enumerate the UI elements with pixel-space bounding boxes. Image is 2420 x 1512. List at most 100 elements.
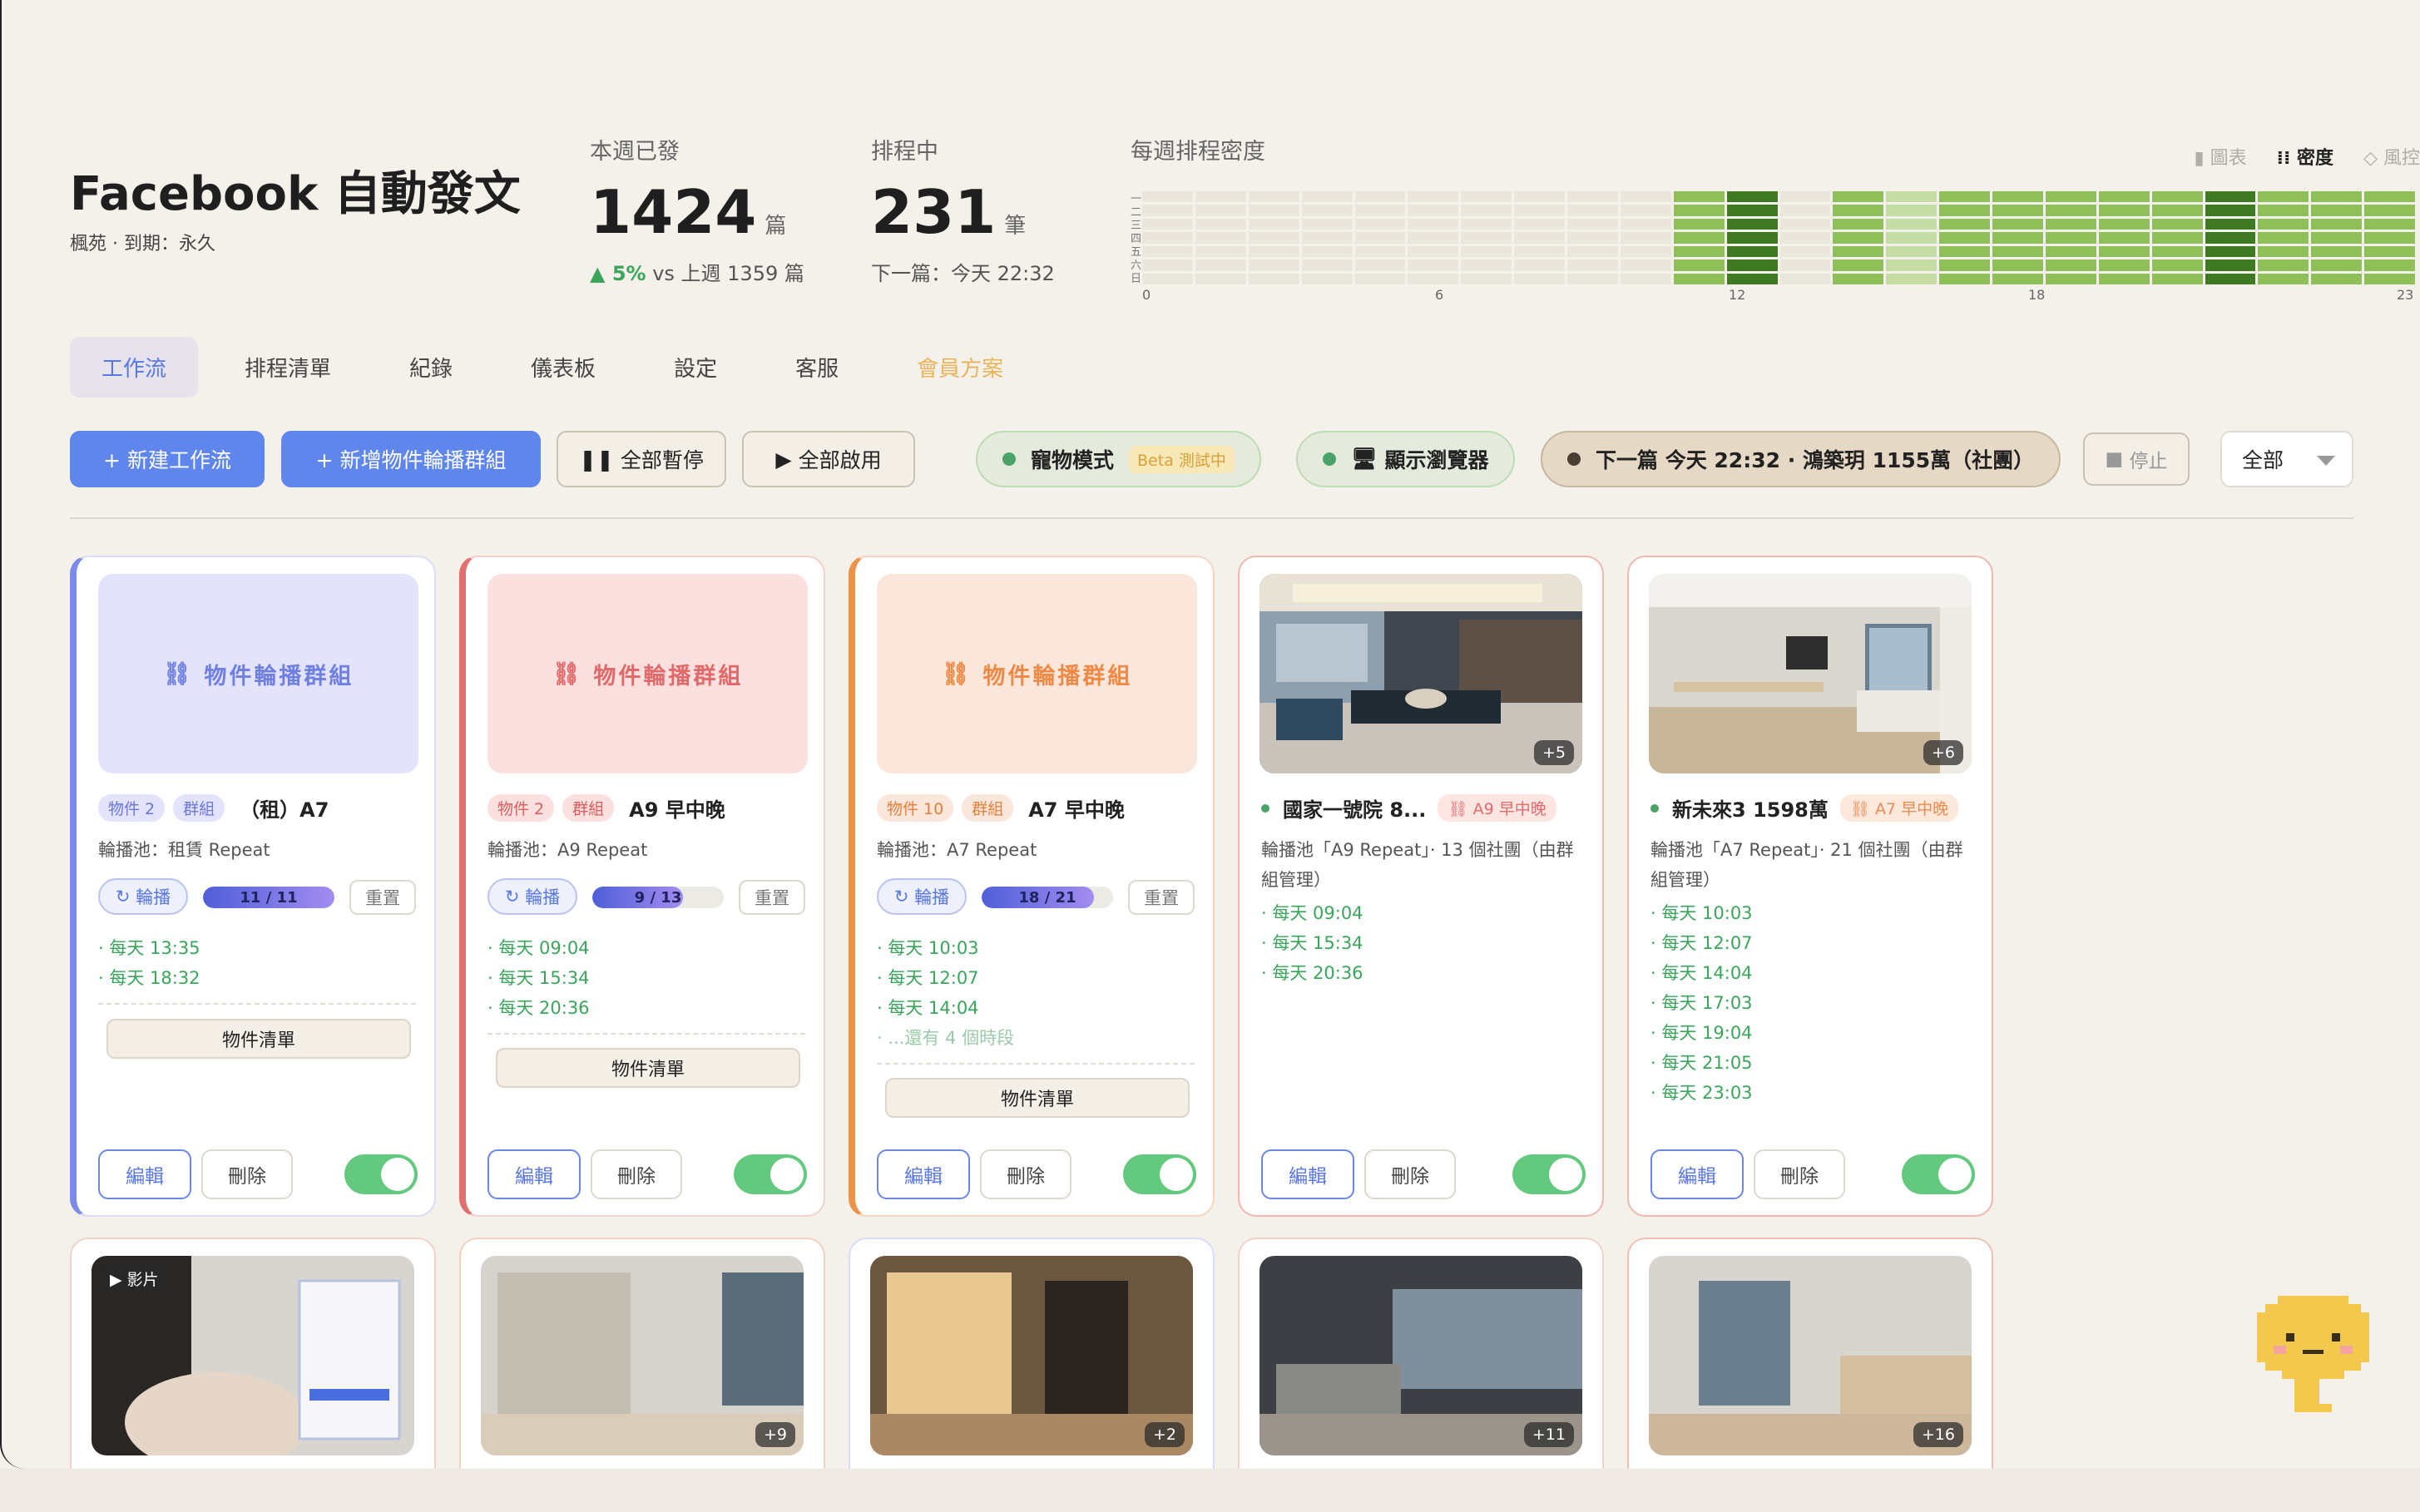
more-times: · ...還有 4 個時段 bbox=[877, 1028, 1015, 1048]
view-tab-density[interactable]: ⁞⁞ 密度 bbox=[2277, 143, 2333, 170]
heatmap-cell bbox=[1620, 218, 1671, 230]
item-list-button[interactable]: 物件清單 bbox=[106, 1019, 411, 1059]
heatmap-cell bbox=[1567, 205, 1618, 216]
heatmap-cell bbox=[2364, 205, 2415, 216]
edit-button[interactable]: 編輯 bbox=[1261, 1149, 1354, 1199]
tab-support[interactable]: 客服 bbox=[764, 337, 870, 398]
new-workflow-button[interactable]: + 新建工作流 bbox=[70, 431, 265, 487]
tab-settings[interactable]: 設定 bbox=[642, 337, 749, 398]
heatmap-cell bbox=[1833, 245, 1884, 258]
heatmap-cell bbox=[1301, 259, 1353, 271]
edit-button[interactable]: 編輯 bbox=[1650, 1149, 1744, 1199]
card-header: 國家一號院 8... ⛓ A9 早中晚 bbox=[1261, 793, 1586, 823]
enable-toggle[interactable] bbox=[344, 1154, 418, 1194]
view-tabs: ▮ 圖表 ⁞⁞ 密度 ◇ 風控 bbox=[2195, 143, 2420, 170]
edit-button[interactable]: 編輯 bbox=[487, 1149, 581, 1199]
heatmap-cell bbox=[1886, 232, 1937, 244]
view-tab-risk[interactable]: ◇ 風控 bbox=[2363, 143, 2420, 170]
tab-workflow[interactable]: 工作流 bbox=[70, 337, 199, 398]
rotate-button[interactable]: ↻ 輪播 bbox=[98, 878, 188, 915]
heatmap-cell bbox=[1301, 218, 1353, 230]
heatmap-cell bbox=[1673, 218, 1725, 230]
delete-button[interactable]: 刪除 bbox=[591, 1149, 682, 1199]
tab-logs[interactable]: 紀錄 bbox=[378, 337, 484, 398]
pet-mascot-icon[interactable] bbox=[2253, 1287, 2373, 1416]
hour-label: 6 bbox=[1435, 287, 1444, 303]
property-photo[interactable]: +16 bbox=[1649, 1256, 1972, 1455]
schedule-time: · 每天 17:03 bbox=[1650, 993, 1753, 1013]
card-footer: 編輯 刪除 bbox=[98, 1149, 418, 1201]
tab-schedule-list[interactable]: 排程清單 bbox=[213, 337, 363, 398]
pause-all-button[interactable]: ❚❚ 全部暫停 bbox=[557, 431, 726, 487]
heatmap-cell bbox=[1195, 205, 1246, 216]
item-count-tag: 物件 2 bbox=[98, 794, 166, 822]
schedule-time: · 每天 15:34 bbox=[487, 968, 590, 988]
heatmap-cell bbox=[1620, 205, 1671, 216]
heatmap-cell bbox=[1939, 259, 1990, 271]
heatmap-cell bbox=[2205, 191, 2256, 203]
item-list-button[interactable]: 物件清單 bbox=[496, 1048, 800, 1088]
rotation-progress: 9 / 13 bbox=[592, 887, 724, 908]
schedule-time: · 每天 15:34 bbox=[1261, 933, 1363, 953]
heatmap-cell bbox=[1779, 218, 1831, 230]
heatmap-cell bbox=[1886, 191, 1937, 203]
enable-toggle[interactable] bbox=[1123, 1154, 1196, 1194]
group-cover: ⛓ 物件輪播群組 bbox=[877, 574, 1197, 773]
start-all-button[interactable]: ▶ 全部啟用 bbox=[742, 431, 915, 487]
property-photo[interactable]: +11 bbox=[1259, 1256, 1582, 1455]
photo-count-badge: +5 bbox=[1533, 740, 1574, 765]
heatmap-cell bbox=[1301, 191, 1353, 203]
heatmap-cell bbox=[2205, 245, 2256, 258]
heatmap-cell bbox=[1673, 205, 1725, 216]
property-photo[interactable]: +9 bbox=[481, 1256, 804, 1455]
heatmap-cell bbox=[1142, 218, 1193, 230]
link-icon: ⛓ bbox=[552, 661, 594, 687]
tab-membership[interactable]: 會員方案 bbox=[885, 337, 1035, 398]
heatmap-cell bbox=[2045, 259, 2096, 271]
schedule-time: · 每天 20:36 bbox=[1261, 963, 1363, 983]
heatmap-cell bbox=[1620, 273, 1671, 284]
property-photo[interactable]: +5 bbox=[1259, 574, 1582, 773]
grid-icon: ⁞⁞ bbox=[2276, 148, 2298, 169]
property-card: +11 bbox=[1238, 1238, 1604, 1487]
filter-select[interactable]: 全部 bbox=[2220, 431, 2353, 487]
view-tab-chart[interactable]: ▮ 圖表 bbox=[2195, 143, 2247, 170]
edit-button[interactable]: 編輯 bbox=[877, 1149, 970, 1199]
heatmap-cell bbox=[1726, 273, 1778, 284]
heatmap-cell bbox=[1408, 245, 1459, 258]
delete-button[interactable]: 刪除 bbox=[980, 1149, 1071, 1199]
enable-toggle[interactable] bbox=[1902, 1154, 1975, 1194]
tab-dashboard[interactable]: 儀表板 bbox=[499, 337, 627, 398]
heatmap-cell bbox=[1514, 218, 1565, 230]
heatmap-cell bbox=[1195, 218, 1246, 230]
property-photo[interactable]: +2 bbox=[870, 1256, 1193, 1455]
heatmap-cell bbox=[1408, 232, 1459, 244]
rotate-button[interactable]: ↻ 輪播 bbox=[877, 878, 967, 915]
reset-button[interactable]: 重置 bbox=[1128, 880, 1195, 915]
property-photo[interactable]: +6 bbox=[1649, 574, 1972, 773]
heatmap-cell bbox=[2311, 191, 2363, 203]
heatmap-cell bbox=[1354, 273, 1406, 284]
show-browser-toggle[interactable]: 🖥 顯示瀏覽器 bbox=[1296, 431, 1516, 487]
stop-button[interactable]: ■ 停止 bbox=[2083, 432, 2190, 486]
property-photo[interactable]: ▶ 影片 bbox=[92, 1256, 414, 1455]
new-group-button[interactable]: + 新增物件輪播群組 bbox=[281, 431, 541, 487]
heatmap-cell bbox=[1142, 273, 1193, 284]
day-label: 四 bbox=[1131, 233, 1142, 245]
card-footer: 編輯 刪除 bbox=[877, 1149, 1196, 1201]
card-title: A7 早中晚 bbox=[1028, 798, 1125, 822]
reset-button[interactable]: 重置 bbox=[739, 880, 805, 915]
item-list-button[interactable]: 物件清單 bbox=[885, 1078, 1190, 1118]
delete-button[interactable]: 刪除 bbox=[1754, 1149, 1845, 1199]
pet-mode-toggle[interactable]: 寵物模式 Beta 測試中 bbox=[976, 431, 1261, 487]
rotation-pool: 輪播池：租賃 Repeat bbox=[98, 840, 270, 860]
reset-button[interactable]: 重置 bbox=[349, 880, 416, 915]
enable-toggle[interactable] bbox=[734, 1154, 807, 1194]
delete-button[interactable]: 刪除 bbox=[201, 1149, 293, 1199]
edit-button[interactable]: 編輯 bbox=[98, 1149, 191, 1199]
heatmap-cell bbox=[1461, 259, 1512, 271]
rotate-button[interactable]: ↻ 輪播 bbox=[487, 878, 577, 915]
enable-toggle[interactable] bbox=[1512, 1154, 1586, 1194]
schedule-time: · 每天 19:04 bbox=[1650, 1023, 1753, 1043]
delete-button[interactable]: 刪除 bbox=[1364, 1149, 1456, 1199]
